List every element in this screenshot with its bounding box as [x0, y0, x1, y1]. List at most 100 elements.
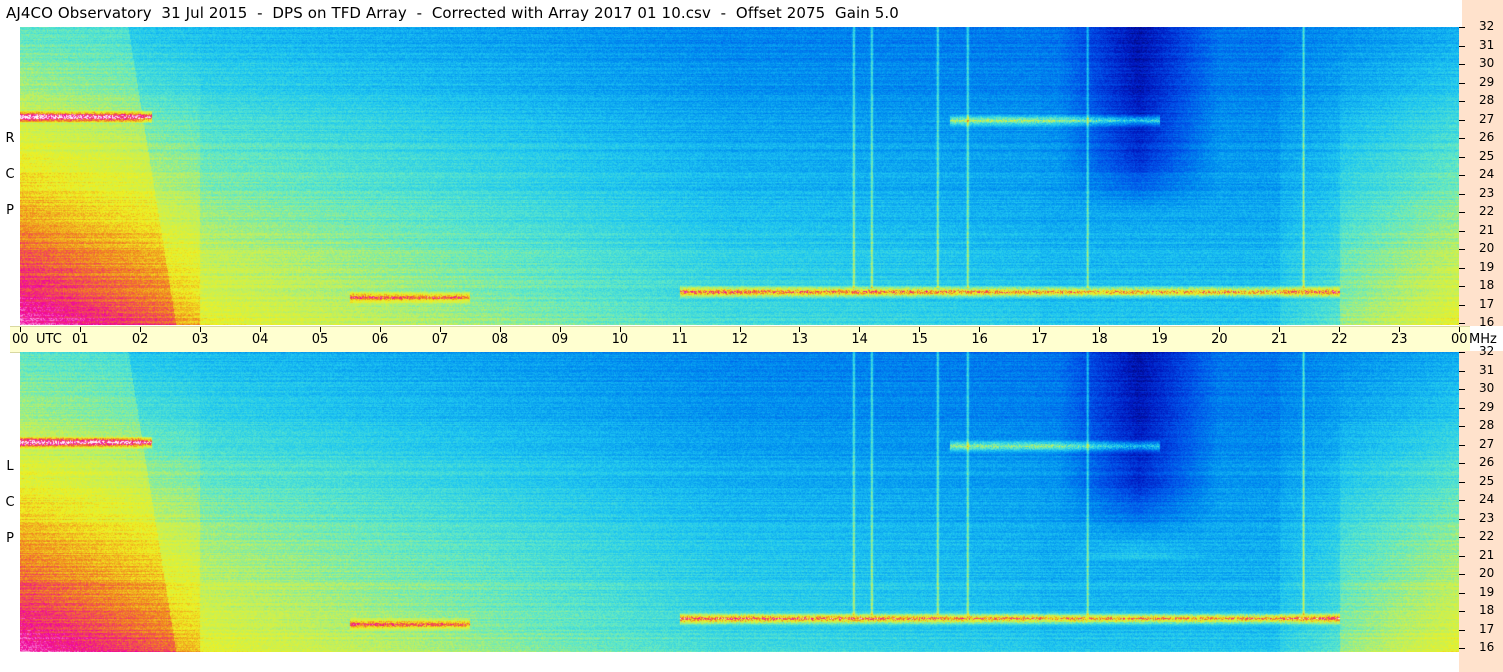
frequency-tick-mark	[1459, 230, 1465, 232]
lcp-letter-1: L	[6, 459, 14, 474]
frequency-tick-label: 18	[1479, 278, 1495, 292]
frequency-tick-label: 26	[1479, 130, 1495, 144]
frequency-tick-mark	[1459, 463, 1465, 464]
time-tick-label: 08	[491, 332, 509, 347]
frequency-tick-mark	[1459, 323, 1465, 324]
page-title: AJ4CO Observatory 31 Jul 2015 - DPS on T…	[6, 4, 899, 22]
lcp-letter-2: C	[5, 495, 15, 510]
frequency-tick-mark	[1459, 592, 1465, 594]
frequency-tick-mark	[1459, 267, 1465, 269]
frequency-tick-label: 28	[1479, 93, 1495, 107]
frequency-tick-label: 30	[1479, 56, 1495, 70]
frequency-tick-label: 28	[1479, 418, 1495, 432]
frequency-tick-label: 16	[1479, 640, 1495, 654]
time-tick-label: 11	[671, 332, 689, 347]
frequency-tick-mark	[1459, 156, 1465, 158]
frequency-tick-label: 17	[1479, 621, 1495, 636]
frequency-tick-mark	[1459, 370, 1465, 372]
frequency-tick-label: 26	[1479, 455, 1495, 469]
frequency-tick-label: 17	[1479, 296, 1495, 311]
frequency-tick-label: 20	[1479, 566, 1495, 580]
frequency-tick-label: 24	[1479, 492, 1495, 506]
frequency-tick-mark	[1459, 286, 1465, 287]
frequency-tick-label: 32	[1479, 344, 1495, 358]
frequency-tick-mark	[1459, 64, 1465, 65]
time-tick-label: 15	[911, 332, 928, 347]
frequency-tick-mark	[1459, 444, 1465, 446]
frequency-tick-label: 29	[1479, 74, 1495, 89]
frequency-tick-mark	[1459, 249, 1465, 250]
frequency-tick-mark	[1459, 555, 1465, 557]
frequency-tick-mark	[1459, 426, 1465, 427]
frequency-tick-label: 23	[1479, 185, 1495, 200]
lcp-spectrogram	[20, 352, 1459, 652]
rcp-frequency-axis: 32 31 30 29 28 27 26 25 24 23 22 21 20 19 18 17 16	[1459, 19, 1503, 329]
lcp-heatmap-canvas	[20, 352, 1459, 652]
time-tick-label: 21	[1271, 332, 1288, 347]
time-tick-label: 17	[1031, 332, 1048, 347]
frequency-tick-label: 30	[1479, 381, 1495, 395]
time-tick-label: 04	[251, 332, 269, 347]
frequency-tick-label: 16	[1479, 315, 1495, 329]
frequency-tick-label: 22	[1479, 529, 1495, 543]
title-bar: AJ4CO Observatory 31 Jul 2015 - DPS on T…	[0, 0, 1462, 28]
time-tick-label: 22	[1331, 332, 1348, 347]
frequency-tick-label: 32	[1479, 19, 1495, 33]
frequency-tick-label: 25	[1479, 473, 1495, 488]
frequency-tick-mark	[1459, 212, 1465, 213]
frequency-tick-label: 21	[1479, 222, 1495, 237]
frequency-tick-label: 31	[1479, 362, 1495, 377]
time-tick-label: 13	[791, 332, 808, 347]
frequency-tick-mark	[1459, 500, 1465, 501]
frequency-tick-label: 29	[1479, 399, 1495, 414]
frequency-tick-label: 27	[1479, 436, 1495, 451]
time-tick-label: 10	[611, 332, 629, 347]
time-tick-label: 00	[12, 332, 29, 347]
bottom-margin	[20, 652, 1459, 672]
rcp-letter-1: R	[5, 131, 15, 146]
frequency-tick-mark	[1459, 193, 1465, 195]
frequency-tick-mark	[1459, 45, 1465, 47]
frequency-tick-label: 19	[1479, 584, 1495, 599]
frequency-tick-label: 23	[1479, 510, 1495, 525]
lcp-frequency-axis: 32 31 30 29 28 27 26 25 24 23 22 21 20 19 18 17 16	[1459, 344, 1503, 672]
time-tick-label: 02	[131, 332, 149, 347]
frequency-tick-mark	[1459, 82, 1465, 84]
frequency-tick-label: 20	[1479, 241, 1495, 255]
frequency-tick-mark	[1459, 407, 1465, 409]
frequency-tick-mark	[1459, 175, 1465, 176]
frequency-tick-label: 21	[1479, 547, 1495, 562]
frequency-tick-mark	[1459, 629, 1465, 631]
rcp-spectrogram	[20, 27, 1459, 325]
spectrogram-window: AJ4CO Observatory 31 Jul 2015 - DPS on T…	[0, 0, 1503, 672]
frequency-tick-label: 22	[1479, 204, 1495, 218]
utc-time-axis: 00 UTC 01 02 03 04 05 06 07 08 09 10 11 12 13 14 15 16 17 1…	[10, 326, 1497, 353]
rcp-letter-3: P	[6, 203, 14, 218]
time-tick-label: 14	[851, 332, 868, 347]
frequency-tick-label: 25	[1479, 148, 1495, 163]
frequency-tick-mark	[1459, 481, 1465, 483]
time-tick-label: 00	[1451, 332, 1468, 347]
frequency-tick-label: 24	[1479, 167, 1495, 181]
time-tick-label: 16	[971, 332, 988, 347]
time-tick-label: 03	[191, 332, 209, 347]
frequency-tick-mark	[1459, 27, 1465, 28]
rcp-letter-2: C	[5, 167, 15, 182]
frequency-tick-mark	[1459, 648, 1465, 649]
frequency-tick-mark	[1459, 138, 1465, 139]
frequency-tick-mark	[1459, 518, 1465, 520]
time-tick-label: 07	[431, 332, 449, 347]
frequency-tick-mark	[1459, 574, 1465, 575]
frequency-tick-mark	[1459, 537, 1465, 538]
time-axis-unit: UTC	[36, 332, 62, 347]
frequency-tick-mark	[1459, 101, 1465, 102]
time-tick-label: 01	[71, 332, 89, 347]
time-tick-label: 06	[371, 332, 389, 347]
time-tick-label: 23	[1391, 332, 1408, 347]
frequency-tick-mark	[1459, 389, 1465, 390]
frequency-tick-label: 31	[1479, 37, 1495, 52]
frequency-tick-mark	[1459, 352, 1465, 353]
frequency-tick-label: 27	[1479, 111, 1495, 126]
frequency-tick-label: 18	[1479, 603, 1495, 617]
time-tick-label: 19	[1151, 332, 1168, 347]
